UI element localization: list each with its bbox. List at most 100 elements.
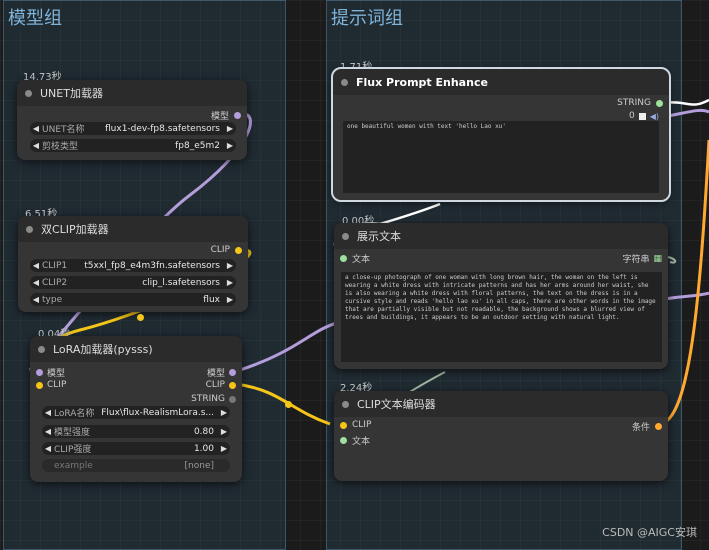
clip1-combo[interactable]: ◀ CLIP1 t5xxl_fp8_e4m3fn.safetensors ▶ (30, 259, 236, 272)
collapse-dot-icon[interactable] (26, 225, 33, 233)
arrow-left-icon[interactable]: ◀ (42, 444, 54, 453)
weight-dtype-combo[interactable]: ◀ 剪枝类型 fp8_e5m2 ▶ (30, 139, 236, 152)
port-label: 文本 (352, 437, 371, 447)
node-header[interactable]: LoRA加载器(pysss) (30, 336, 242, 362)
node-title: 展示文本 (357, 230, 401, 243)
arrow-left-icon[interactable]: ◀ (42, 408, 54, 417)
input-port-clip[interactable]: CLIP (36, 380, 66, 390)
widget-label: CLIP2 (42, 277, 68, 288)
port-dot-icon[interactable] (229, 395, 236, 403)
model-strength-slider[interactable]: ◀ 模型强度 0.80 ▶ (42, 425, 230, 438)
port-label: 模型 (47, 369, 66, 379)
example-field[interactable]: example [none] (42, 459, 230, 472)
port-dot-icon[interactable] (340, 421, 347, 429)
show-text-node[interactable]: 展示文本 文本 字符串 ▦ a close-up photograph of o… (334, 223, 668, 369)
port-label: 条件 (631, 423, 650, 433)
port-label: CLIP (47, 380, 67, 390)
output-port-model[interactable]: 模型 (207, 366, 236, 379)
dual-clip-loader-node[interactable]: 双CLIP加载器 CLIP ◀ CLIP1 t5xxl_fp8_e4m3fn.s… (18, 216, 248, 312)
output-port-string[interactable]: STRING (617, 98, 663, 108)
node-title: UNET加载器 (40, 87, 103, 100)
port-dot-icon[interactable] (340, 255, 347, 262)
output-port-string[interactable]: 字符串 ▦ (622, 252, 662, 266)
arrow-left-icon[interactable]: ◀ (30, 261, 42, 270)
arrow-right-icon[interactable]: ▶ (224, 278, 236, 287)
output-port-clip[interactable]: CLIP (206, 380, 236, 390)
input-port-text[interactable]: 文本 (340, 434, 370, 447)
collapse-dot-icon[interactable] (342, 232, 349, 240)
collapse-dot-icon[interactable] (38, 345, 45, 353)
output-port-string[interactable]: STRING (191, 394, 236, 404)
arrow-right-icon[interactable]: ▶ (224, 261, 236, 270)
clip-strength-slider[interactable]: ◀ CLIP强度 1.00 ▶ (42, 442, 230, 455)
port-label: CLIP (205, 380, 225, 390)
output-port-conditioning[interactable]: 条件 (632, 420, 662, 433)
output-port-clip[interactable]: CLIP (211, 245, 242, 255)
reroute-dot-icon[interactable] (137, 314, 144, 321)
collapse-dot-icon[interactable] (342, 400, 349, 408)
node-title: Flux Prompt Enhance (356, 75, 488, 89)
input-port-text[interactable]: 文本 (340, 252, 370, 265)
watermark: CSDN @AIGC安琪 (602, 526, 697, 539)
widget-label: 剪枝类型 (42, 142, 79, 152)
node-header[interactable]: CLIP文本编码器 (334, 391, 668, 417)
port-label: 文本 (352, 255, 371, 265)
arrow-right-icon[interactable]: ▶ (218, 427, 230, 436)
widget-value: flux1-dev-fp8.safetensors (105, 123, 220, 134)
port-label: STRING (191, 394, 225, 404)
checkbox-icon[interactable] (638, 112, 646, 120)
arrow-left-icon[interactable]: ◀ (30, 278, 42, 287)
port-dot-icon[interactable] (36, 381, 43, 389)
port-label: 字符串 (622, 255, 650, 265)
prompt-textarea[interactable]: one beautiful women with text 'hello Lao… (343, 121, 659, 193)
node-header[interactable]: 双CLIP加载器 (18, 216, 248, 242)
input-port-model[interactable]: 模型 (36, 366, 65, 379)
display-textarea[interactable]: a close-up photograph of one woman with … (341, 272, 662, 362)
speaker-icon[interactable]: ◀) (650, 112, 659, 121)
lora-name-combo[interactable]: ◀ LoRA名称 Flux\flux-RealismLora.s... ▶ (42, 406, 230, 419)
port-dot-icon[interactable] (229, 381, 236, 389)
arrow-right-icon[interactable]: ▶ (224, 295, 236, 304)
port-label: 模型 (210, 112, 229, 122)
port-dot-icon[interactable] (36, 369, 43, 376)
port-dot-icon[interactable] (235, 246, 242, 254)
arrow-left-icon[interactable]: ◀ (30, 295, 42, 304)
widget-value: [none] (184, 460, 214, 471)
arrow-left-icon[interactable]: ◀ (30, 124, 42, 133)
unet-name-combo[interactable]: ◀ UNET名称 flux1-dev-fp8.safetensors ▶ (30, 122, 236, 135)
node-title: 双CLIP加载器 (41, 223, 109, 236)
flux-prompt-enhance-node[interactable]: Flux Prompt Enhance STRING 0 ◀) one beau… (331, 67, 671, 202)
collapse-dot-icon[interactable] (25, 89, 32, 97)
output-port-model[interactable]: 模型 (211, 109, 241, 122)
arrow-left-icon[interactable]: ◀ (30, 141, 42, 150)
arrow-right-icon[interactable]: ▶ (218, 444, 230, 453)
arrow-right-icon[interactable]: ▶ (218, 408, 230, 417)
grid-port-icon[interactable]: ▦ (653, 254, 662, 264)
widget-value: t5xxl_fp8_e4m3fn.safetensors (84, 260, 220, 271)
clip-text-encode-node[interactable]: CLIP文本编码器 CLIP 文本 条件 (334, 391, 668, 481)
node-header[interactable]: Flux Prompt Enhance (333, 69, 669, 95)
node-header[interactable]: 展示文本 (334, 223, 668, 249)
lora-loader-node[interactable]: LoRA加载器(pysss) 模型 CLIP 模型 CLIP STRING ◀ … (30, 336, 242, 482)
reroute-dot-icon[interactable] (285, 401, 292, 408)
clip2-combo[interactable]: ◀ CLIP2 clip_l.safetensors ▶ (30, 276, 236, 289)
unet-loader-node[interactable]: UNET加载器 模型 ◀ UNET名称 flux1-dev-fp8.safete… (17, 80, 247, 160)
widget-label: CLIP强度 (54, 445, 92, 455)
type-combo[interactable]: ◀ type flux ▶ (30, 293, 236, 306)
port-dot-icon[interactable] (340, 437, 347, 444)
port-dot-icon[interactable] (229, 369, 236, 376)
port-dot-icon[interactable] (655, 423, 662, 430)
widget-value: 1.00 (193, 443, 214, 454)
widget-value: fp8_e5m2 (175, 140, 220, 151)
input-port-clip[interactable]: CLIP (340, 420, 371, 430)
port-dot-icon[interactable] (656, 99, 663, 107)
port-dot-icon[interactable] (234, 112, 241, 119)
collapse-dot-icon[interactable] (341, 78, 348, 86)
node-header[interactable]: UNET加载器 (17, 80, 247, 106)
arrow-right-icon[interactable]: ▶ (224, 124, 236, 133)
arrow-left-icon[interactable]: ◀ (42, 427, 54, 436)
arrow-right-icon[interactable]: ▶ (224, 141, 236, 150)
seed-controls[interactable]: 0 ◀) (629, 111, 659, 121)
widget-label: UNET名称 (42, 125, 85, 135)
port-label: CLIP (352, 420, 372, 430)
